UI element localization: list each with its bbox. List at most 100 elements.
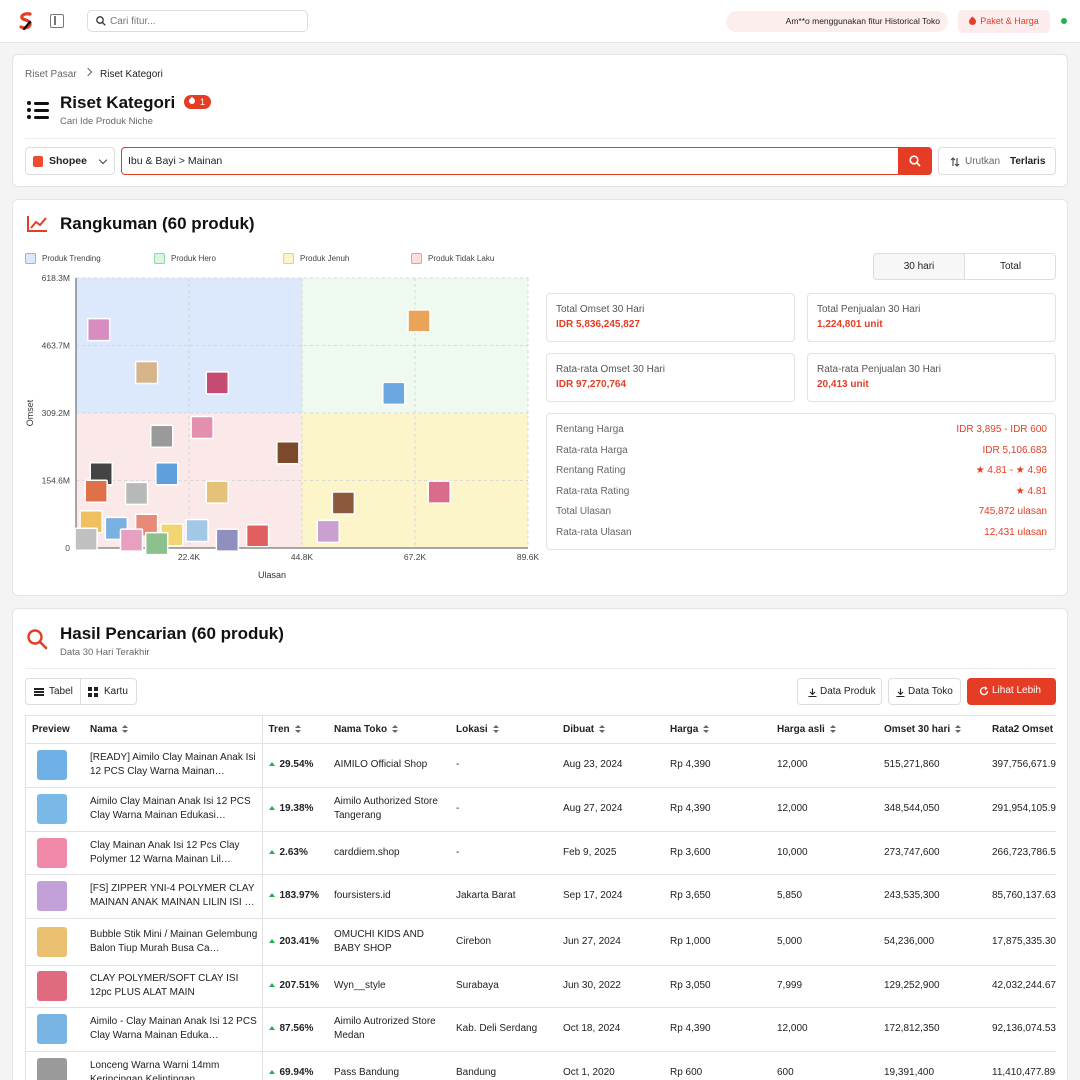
shop-name[interactable]: Aimilo Authorized Store Tangerang (334, 796, 438, 821)
sort-icon[interactable] (492, 724, 500, 734)
sort-icon[interactable] (703, 724, 710, 734)
table-row[interactable]: CLAY POLYMER/SOFT CLAY ISI 12pc PLUS ALA… (26, 965, 1056, 1008)
product-name-cell[interactable]: Aimilo - Clay Mainan Anak Isi 12 PCS Cla… (84, 1007, 263, 1052)
omset-cell: 54,236,000 (878, 918, 986, 966)
product-thumbnail[interactable] (37, 971, 67, 1001)
col-tren[interactable]: Tren (262, 716, 328, 744)
product-name-cell[interactable]: CLAY POLYMER/SOFT CLAY ISI 12pc PLUS ALA… (84, 965, 263, 1008)
created-date: Oct 18, 2024 (563, 1023, 621, 1034)
view-kartu[interactable]: Kartu (104, 686, 128, 697)
preview-cell (26, 965, 84, 1008)
product-thumbnail[interactable] (37, 837, 67, 868)
shop-name[interactable]: Wyn__style (334, 980, 386, 991)
page-title: Riset Kategori (60, 93, 176, 112)
product-name[interactable]: Lonceng Warna Warni 14mm Kerincingan Kel… (90, 1059, 261, 1080)
toko-cell[interactable]: Aimilo Autrorized Store Medan (328, 1007, 450, 1052)
product-thumbnail[interactable] (37, 750, 67, 780)
toko-cell[interactable]: foursisters.id (328, 874, 450, 919)
product-name[interactable]: Bubble Stik Mini / Mainan Gelembung Balo… (90, 928, 261, 956)
product-thumbnail[interactable] (37, 1057, 67, 1080)
avg-revenue: 17,875,335.301 (992, 935, 1056, 947)
table-row[interactable]: Aimilo - Clay Mainan Anak Isi 12 PCS Cla… (26, 1007, 1056, 1052)
table-row[interactable]: Lonceng Warna Warni 14mm Kerincingan Kel… (26, 1051, 1056, 1080)
col-harga-asli[interactable]: Harga asli (771, 716, 878, 744)
harga-asli-cell: 10,000 (771, 831, 878, 875)
shop-name[interactable]: foursisters.id (334, 890, 391, 901)
feature-search-input[interactable] (110, 13, 300, 29)
toko-cell[interactable]: Pass Bandung (328, 1051, 450, 1080)
product-thumbnail[interactable] (37, 794, 67, 824)
category-search-button[interactable] (898, 147, 932, 175)
sort-icon[interactable] (955, 724, 962, 734)
shop-name[interactable]: OMUCHI KIDS AND BABY SHOP (334, 929, 424, 954)
product-thumbnail[interactable] (37, 926, 67, 957)
product-thumbnail[interactable] (37, 1014, 67, 1044)
col-nama[interactable]: Nama (84, 716, 263, 744)
sort-icon[interactable] (122, 724, 129, 734)
sort-icon[interactable] (829, 724, 837, 734)
product-thumbnail[interactable] (37, 881, 67, 911)
col-nama-toko[interactable]: Nama Toko (328, 716, 450, 744)
product-name[interactable]: Aimilo - Clay Mainan Anak Isi 12 PCS Cla… (90, 1015, 261, 1043)
original-price: 10,000 (777, 846, 808, 858)
toko-cell[interactable]: Aimilo Authorized Store Tangerang (328, 787, 450, 832)
sort-icon[interactable] (294, 724, 302, 734)
view-tabel[interactable]: Tabel (49, 686, 73, 697)
period-30-hari[interactable]: 30 hari (874, 254, 965, 279)
sort-icon[interactable] (599, 724, 606, 734)
product-name[interactable]: Aimilo Clay Mainan Anak Isi 12 PCS Clay … (90, 795, 261, 823)
rata-omset-cell: 266,723,786.5 (986, 831, 1056, 875)
product-name-cell[interactable]: [FS] ZIPPER YNI-4 POLYMER CLAY MAINAN AN… (84, 874, 263, 919)
detail-value: IDR 3,895 - IDR 600 (956, 424, 1047, 435)
shop-name[interactable]: AIMILO Official Shop (334, 759, 427, 770)
col-omset-30-hari[interactable]: Omset 30 hari (878, 716, 986, 744)
data-produk-button[interactable]: Data Produk (797, 678, 882, 705)
detail-rata-rating: Rata-rata Rating ★ 4.81 (556, 486, 1047, 500)
detail-rata-ulasan: Rata-rata Ulasan 12,431 ulasan (556, 527, 1047, 541)
harga-cell: Rp 4,390 (664, 787, 771, 832)
product-name-cell[interactable]: [READY] Aimilo Clay Mainan Anak Isi 12 P… (84, 743, 263, 788)
col-harga[interactable]: Harga (664, 716, 771, 744)
product-name[interactable]: [FS] ZIPPER YNI-4 POLYMER CLAY MAINAN AN… (90, 882, 261, 910)
table-row[interactable]: Bubble Stik Mini / Mainan Gelembung Balo… (26, 918, 1056, 966)
toko-cell[interactable]: AIMILO Official Shop (328, 743, 450, 788)
sort-button[interactable]: Urutkan Terlaris (938, 147, 1056, 175)
shop-name[interactable]: Aimilo Autrorized Store Medan (334, 1016, 436, 1041)
shop-name[interactable]: carddiem.shop (334, 847, 400, 858)
table-row[interactable]: [READY] Aimilo Clay Mainan Anak Isi 12 P… (26, 743, 1056, 788)
toko-cell[interactable]: OMUCHI KIDS AND BABY SHOP (328, 918, 450, 966)
shop-name[interactable]: Pass Bandung (334, 1067, 399, 1078)
lihat-lebih-button[interactable]: Lihat Lebih (967, 678, 1056, 705)
product-name-cell[interactable]: Bubble Stik Mini / Mainan Gelembung Balo… (84, 918, 263, 966)
col-dibuat[interactable]: Dibuat (557, 716, 664, 744)
table-row[interactable]: Clay Mainan Anak Isi 12 Pcs Clay Polymer… (26, 831, 1056, 875)
paket-harga-button[interactable]: Paket & Harga (958, 10, 1050, 33)
col-lokasi[interactable]: Lokasi (450, 716, 557, 744)
product-name[interactable]: Clay Mainan Anak Isi 12 Pcs Clay Polymer… (90, 839, 261, 867)
app-logo-icon[interactable] (18, 12, 34, 30)
product-name-cell[interactable]: Lonceng Warna Warni 14mm Kerincingan Kel… (84, 1051, 263, 1080)
summary-title: Rangkuman (60 produk) (60, 214, 255, 233)
trend-up-icon (268, 762, 275, 767)
sort-icon[interactable] (392, 724, 399, 734)
product-name-cell[interactable]: Clay Mainan Anak Isi 12 Pcs Clay Polymer… (84, 831, 263, 875)
data-toko-button[interactable]: Data Toko (888, 678, 961, 705)
tren-value: 29.54% (279, 759, 314, 770)
product-name-cell[interactable]: Aimilo Clay Mainan Anak Isi 12 PCS Clay … (84, 787, 263, 832)
toko-cell[interactable]: carddiem.shop (328, 831, 450, 875)
toko-cell[interactable]: Wyn__style (328, 965, 450, 1008)
platform-select[interactable]: Shopee (25, 147, 115, 175)
avg-revenue: 397,756,671.94 (992, 759, 1056, 770)
table-row[interactable]: [FS] ZIPPER YNI-4 POLYMER CLAY MAINAN AN… (26, 874, 1056, 919)
sidebar-toggle-icon[interactable] (50, 14, 64, 28)
category-input[interactable] (121, 147, 899, 175)
breadcrumb-riset-pasar[interactable]: Riset Pasar (25, 69, 77, 80)
feature-search[interactable] (87, 10, 308, 32)
col-rata2-omset[interactable]: Rata2 Omset (986, 716, 1056, 744)
col-label: Tren (268, 723, 290, 735)
product-name[interactable]: [READY] Aimilo Clay Mainan Anak Isi 12 P… (90, 751, 261, 779)
product-name[interactable]: CLAY POLYMER/SOFT CLAY ISI 12pc PLUS ALA… (90, 972, 261, 1000)
period-total[interactable]: Total (965, 254, 1055, 279)
location: Surabaya (456, 980, 499, 991)
table-row[interactable]: Aimilo Clay Mainan Anak Isi 12 PCS Clay … (26, 787, 1056, 832)
